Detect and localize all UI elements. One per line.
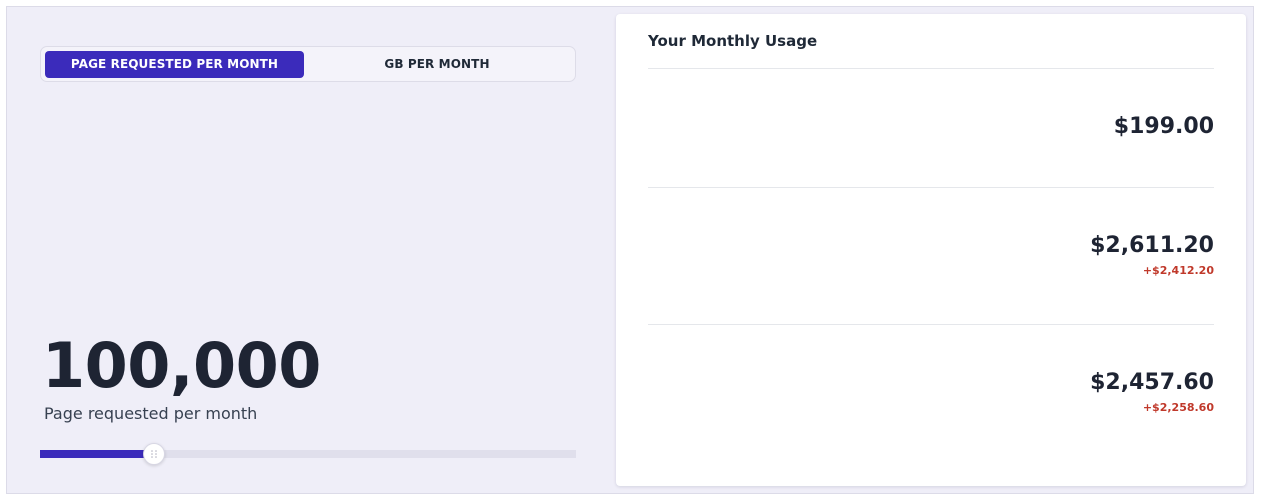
card-title: Your Monthly Usage bbox=[648, 32, 818, 50]
divider bbox=[648, 324, 1214, 325]
usage-slider-thumb[interactable] bbox=[143, 443, 166, 465]
toggle-gb-per-month[interactable]: GB PER MONTH bbox=[305, 51, 569, 78]
grip-icon bbox=[151, 450, 157, 458]
price-delta-row-2: +$2,412.20 bbox=[1142, 264, 1214, 277]
price-row-3: $2,457.60 bbox=[1090, 370, 1214, 395]
price-delta-row-3: +$2,258.60 bbox=[1142, 401, 1214, 414]
usage-slider-track[interactable] bbox=[40, 450, 576, 458]
metric-toggle: PAGE REQUESTED PER MONTH GB PER MONTH bbox=[40, 46, 576, 82]
price-row-1: $199.00 bbox=[1113, 114, 1214, 139]
divider bbox=[648, 187, 1214, 188]
metric-value: 100,000 bbox=[42, 329, 321, 402]
metric-caption: Page requested per month bbox=[44, 404, 258, 423]
monthly-usage-card: Your Monthly Usage $199.00 $2,611.20 +$2… bbox=[616, 14, 1246, 486]
divider bbox=[648, 68, 1214, 69]
usage-slider-fill bbox=[40, 450, 155, 458]
toggle-page-requested[interactable]: PAGE REQUESTED PER MONTH bbox=[45, 51, 304, 78]
price-row-2: $2,611.20 bbox=[1090, 233, 1214, 258]
